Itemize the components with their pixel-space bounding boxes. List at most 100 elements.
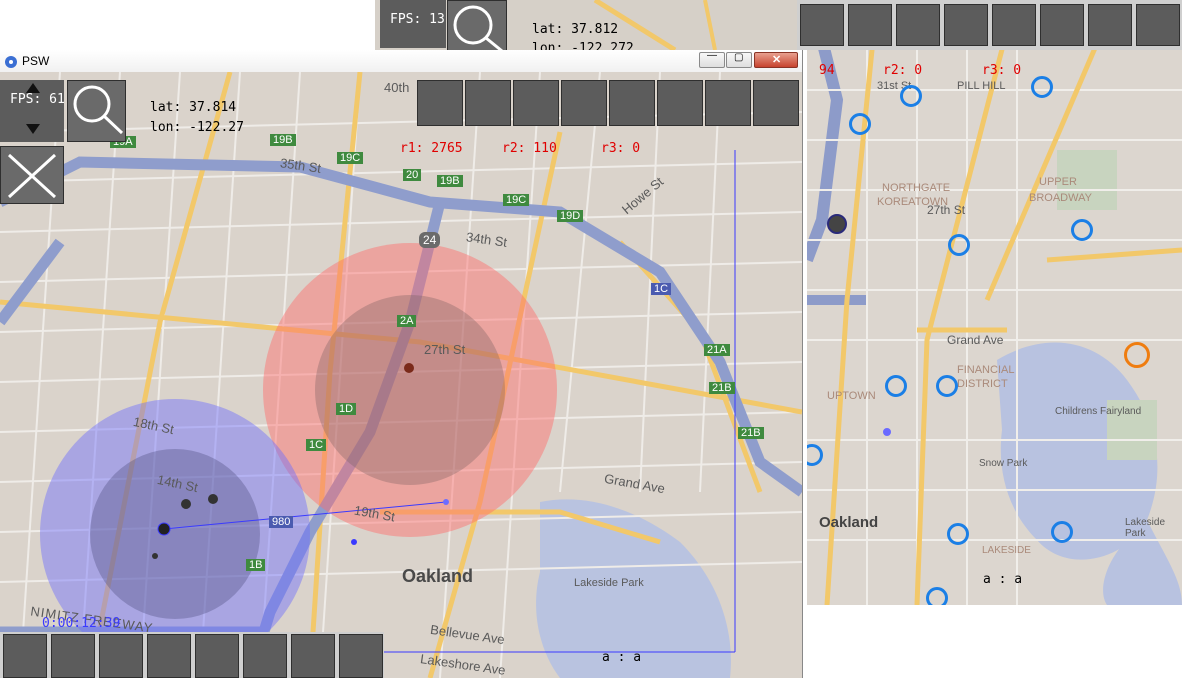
toolbar-button[interactable]: [3, 634, 47, 678]
toolbar-button[interactable]: [1088, 4, 1132, 46]
marker-ring[interactable]: [1051, 521, 1073, 543]
main-map[interactable]: 19A 19B 19C 20 19B 19C 19D 24 2A 1D 1C 1…: [0, 72, 802, 678]
toolbar-button[interactable]: [339, 634, 383, 678]
toolbar-button[interactable]: [1040, 4, 1084, 46]
right-r1-readout: 94: [819, 63, 835, 78]
highway-shield: 21B: [709, 382, 735, 394]
app-icon: [5, 56, 17, 68]
toolbar-button[interactable]: [417, 80, 463, 126]
street-label: Lakeside Park: [574, 577, 644, 589]
highway-shield: 21A: [704, 344, 730, 356]
close-x-button[interactable]: [0, 146, 64, 204]
right-map-label-19: LAKESIDE: [982, 545, 1031, 556]
toolbar-button[interactable]: [896, 4, 940, 46]
toolbar-button[interactable]: [705, 80, 751, 126]
magnifier-icon: [73, 85, 124, 135]
right-map-label-20: Lakeside Park: [1125, 517, 1166, 539]
highway-shield: 19B: [270, 134, 296, 146]
right-map-label-16: Childrens Fairyland: [1055, 406, 1142, 417]
search-button[interactable]: [67, 80, 126, 142]
toolbar-button[interactable]: [291, 634, 335, 678]
fps-panel: [0, 80, 64, 142]
main-top-toolbar: [417, 80, 801, 128]
marker-ring[interactable]: [947, 523, 969, 545]
r2-readout: r2: 110: [502, 141, 557, 156]
fps-readout: FPS: 61: [10, 92, 65, 107]
highway-shield: 19C: [337, 152, 364, 164]
toolbar-button[interactable]: [99, 634, 143, 678]
toolbar-button[interactable]: [51, 634, 95, 678]
close-x-icon: [7, 153, 57, 199]
r1-readout: r1: 2765: [400, 141, 463, 156]
right-map-label-14: DISTRICT: [957, 378, 1008, 390]
minimize-icon: —: [707, 50, 717, 61]
right-top-toolbar: [797, 0, 1182, 50]
toolbar-button[interactable]: [561, 80, 607, 126]
city-label: Oakland: [402, 566, 474, 586]
toolbar-button[interactable]: [1136, 4, 1180, 46]
right-map-label-12: Grand Ave: [947, 333, 1004, 347]
lon-readout: lon: -122.27: [150, 120, 244, 135]
maximize-button[interactable]: ▢: [726, 52, 752, 68]
window-titlebar: PSW — ▢ ✕: [0, 50, 802, 73]
highway-shield: 1C: [306, 439, 327, 451]
r3-readout: r3: 0: [601, 141, 641, 156]
toolbar-button[interactable]: [609, 80, 655, 126]
right-map-label-7: UPPER: [1039, 176, 1077, 188]
marker-ring-selected[interactable]: [1124, 342, 1150, 368]
toolbar-button[interactable]: [944, 4, 988, 46]
highway-shield: 1D: [336, 403, 357, 415]
toolbar-button[interactable]: [243, 634, 287, 678]
right-map-label-5: 27th St: [927, 203, 966, 217]
close-icon: ✕: [772, 54, 782, 66]
toolbar-button[interactable]: [195, 634, 239, 678]
footer-readout: a : a: [602, 650, 642, 665]
marker-ring[interactable]: [936, 375, 958, 397]
toolbar-button[interactable]: [848, 4, 892, 46]
right-window-map: 31st St PILL HILL NORTHGATE KOREATOWN 27…: [807, 0, 1182, 605]
window-title: PSW: [22, 54, 50, 68]
marker-ring[interactable]: [1071, 219, 1093, 241]
magnifier-icon: [453, 5, 503, 53]
right-map-label-17: Snow Park: [979, 458, 1028, 469]
toolbar-button[interactable]: [465, 80, 511, 126]
toolbar-button[interactable]: [800, 4, 844, 46]
minimize-button[interactable]: —: [699, 50, 725, 68]
close-button[interactable]: ✕: [754, 52, 798, 68]
marker-ring[interactable]: [1031, 76, 1053, 98]
street-label: 40th: [384, 80, 410, 95]
marker-ring[interactable]: [900, 85, 922, 107]
marker-ring[interactable]: [926, 587, 948, 605]
marker-ring[interactable]: [885, 375, 907, 397]
highway-shield: 24: [419, 232, 441, 248]
toolbar-button[interactable]: [513, 80, 559, 126]
right-r3-readout: r3: 0: [982, 63, 1022, 78]
right-map-label-3: NORTHGATE: [882, 182, 951, 194]
main-window: PSW — ▢ ✕ 19B 19C 20 19B 19C 19D 24 2A 1…: [0, 50, 803, 678]
highway-shield: 2A: [397, 315, 417, 327]
back-lon-readout: lon: -122.272: [532, 41, 634, 50]
right-map-label-18: Oakland: [819, 514, 879, 531]
arrow-down-icon[interactable]: [26, 124, 40, 134]
right-map-label-8: BROADWAY: [1029, 192, 1092, 204]
highway-shield: 21B: [738, 427, 764, 439]
main-map-roads: [0, 72, 802, 678]
back-fps-readout: FPS: 13: [390, 12, 445, 27]
bottom-toolbar: [0, 632, 384, 678]
highway-shield: 19C: [503, 194, 530, 206]
highway-shield: 1B: [246, 559, 266, 571]
street-label: 27th St: [424, 342, 466, 357]
highway-shield: 20: [403, 169, 422, 181]
toolbar-button[interactable]: [992, 4, 1036, 46]
timer-readout: 0:00:12:39: [42, 616, 121, 631]
toolbar-button[interactable]: [147, 634, 191, 678]
back-lat-readout: lat: 37.812: [532, 22, 619, 37]
marker-ring[interactable]: [948, 234, 970, 256]
right-map-label-13: FINANCIAL: [957, 364, 1015, 376]
maximize-icon: ▢: [734, 52, 744, 63]
toolbar-button[interactable]: [657, 80, 703, 126]
highway-shield: 1C: [651, 283, 672, 295]
marker-ring[interactable]: [849, 113, 871, 135]
lat-readout: lat: 37.814: [150, 100, 237, 115]
toolbar-button[interactable]: [753, 80, 799, 126]
